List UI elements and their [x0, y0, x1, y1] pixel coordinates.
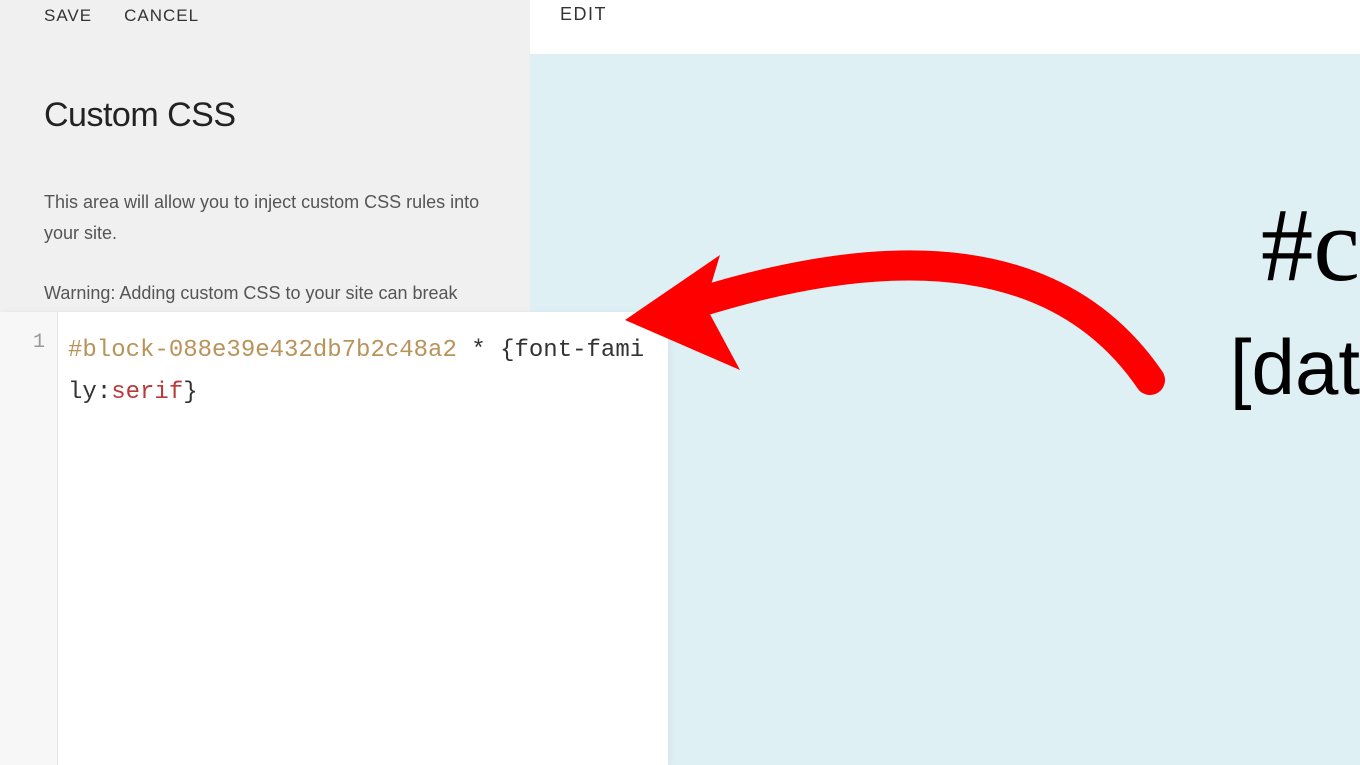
panel-description: This area will allow you to inject custo… — [0, 135, 530, 248]
css-open-brace: { — [500, 337, 514, 364]
save-button[interactable]: SAVE — [44, 6, 92, 26]
css-selector-id: #block-088e39e432db7b2c48a2 — [68, 337, 457, 364]
css-code-editor[interactable]: 1 #block-088e39e432db7b2c48a2 * {font-fa… — [0, 312, 668, 765]
edit-button[interactable]: EDIT — [560, 4, 607, 25]
css-selector-universal: * — [457, 337, 500, 364]
editor-gutter: 1 — [0, 312, 58, 765]
preview-heading-2: [dat — [1230, 322, 1360, 413]
line-number: 1 — [0, 322, 57, 364]
css-value: serif — [111, 379, 183, 406]
cancel-button[interactable]: CANCEL — [124, 6, 199, 26]
code-content[interactable]: #block-088e39e432db7b2c48a2 * {font-fami… — [58, 312, 668, 765]
panel-title: Custom CSS — [0, 26, 530, 135]
panel-action-bar: SAVE CANCEL — [0, 0, 530, 26]
css-close-brace: } — [183, 379, 197, 406]
preview-heading-1: #c — [1261, 184, 1360, 305]
css-colon: : — [97, 379, 111, 406]
